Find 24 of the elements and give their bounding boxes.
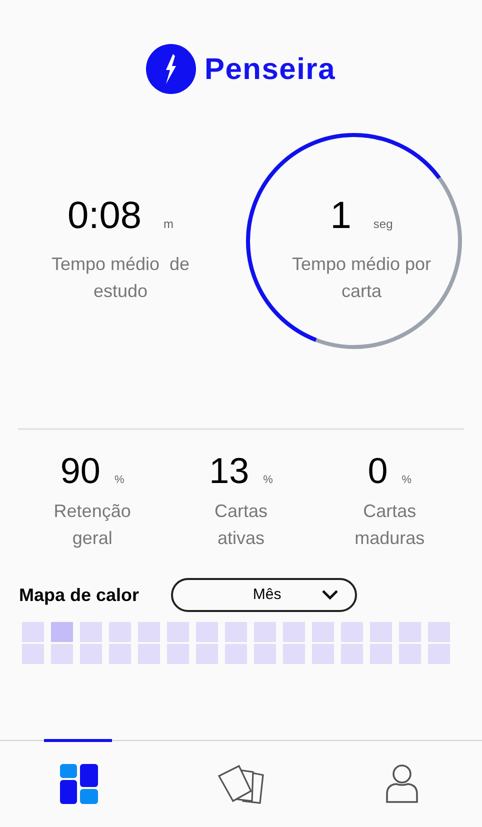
active-tab-indicator: [44, 739, 112, 742]
stat-value: 13: [209, 449, 250, 493]
heatmap-title: Mapa de calor: [19, 584, 140, 607]
stat-unit: m: [163, 216, 174, 232]
logo-icon: [146, 44, 196, 94]
cards-icon: [216, 764, 265, 804]
stat-label: Retenção geral: [52, 500, 132, 550]
stat-unit: %: [263, 473, 273, 488]
dashboard-icon: [60, 764, 100, 804]
stat-label: Cartas ativas: [213, 500, 268, 550]
stat-value: 90: [60, 449, 100, 493]
chevron-down-icon: [321, 589, 340, 601]
profile-icon: [384, 764, 420, 804]
stat-label: Tempo médio por carta: [292, 252, 432, 302]
stat-unit: %: [402, 473, 412, 488]
app-name: Penseira: [204, 52, 336, 88]
stat-label: Tempo médio de estudo: [50, 252, 191, 302]
stat-value: 0:08: [68, 194, 142, 238]
stat-unit: %: [114, 473, 124, 488]
period-dropdown[interactable]: Mês: [171, 578, 358, 612]
stat-value: 1: [330, 194, 352, 238]
stat-unit: seg: [373, 216, 393, 232]
stat-value: 0: [368, 449, 388, 493]
stat-label: Cartas maduras: [354, 500, 426, 550]
